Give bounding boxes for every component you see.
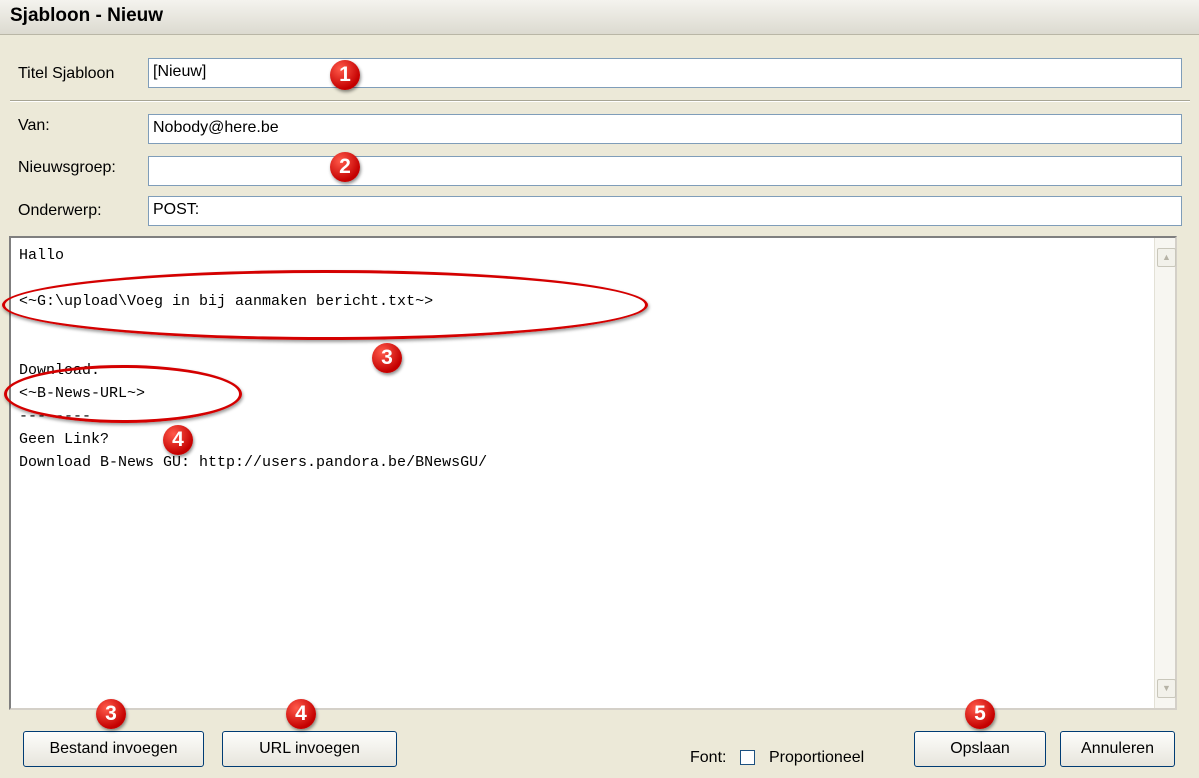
proportioneel-label: Proportioneel	[769, 749, 865, 766]
van-label: Van:	[18, 117, 50, 134]
marker-badge: 5	[965, 699, 995, 729]
titel-sjabloon-label: Titel Sjabloon	[18, 65, 115, 82]
opslaan-button[interactable]: Opslaan	[914, 731, 1046, 767]
url-invoegen-button[interactable]: URL invoegen	[222, 731, 397, 767]
marker-badge: 1	[330, 60, 360, 90]
window-titlebar: Sjabloon - Nieuw	[0, 0, 1199, 35]
annuleren-button[interactable]: Annuleren	[1060, 731, 1175, 767]
window-title: Sjabloon - Nieuw	[10, 5, 164, 26]
onderwerp-input[interactable]: POST:	[148, 196, 1182, 226]
marker-badge: 4	[286, 699, 316, 729]
onderwerp-label: Onderwerp:	[18, 202, 102, 219]
scroll-up-icon[interactable]: ▲	[1157, 248, 1176, 267]
bestand-invoegen-button[interactable]: Bestand invoegen	[23, 731, 204, 767]
marker-badge: 3	[372, 343, 402, 373]
annotation-ellipse	[2, 270, 648, 340]
vertical-scrollbar[interactable]: ▲ ▼	[1154, 238, 1176, 708]
nieuwsgroep-label: Nieuwsgroep:	[18, 159, 116, 176]
divider	[10, 100, 1190, 102]
scroll-down-icon[interactable]: ▼	[1157, 679, 1176, 698]
proportioneel-checkbox[interactable]	[740, 750, 755, 765]
titel-sjabloon-input[interactable]: [Nieuw]	[148, 58, 1182, 88]
font-label: Font:	[690, 749, 727, 766]
marker-badge: 2	[330, 152, 360, 182]
nieuwsgroep-input[interactable]	[148, 156, 1182, 186]
marker-badge: 4	[163, 425, 193, 455]
annotation-ellipse	[4, 365, 242, 423]
van-input[interactable]: Nobody@here.be	[148, 114, 1182, 144]
marker-badge: 3	[96, 699, 126, 729]
